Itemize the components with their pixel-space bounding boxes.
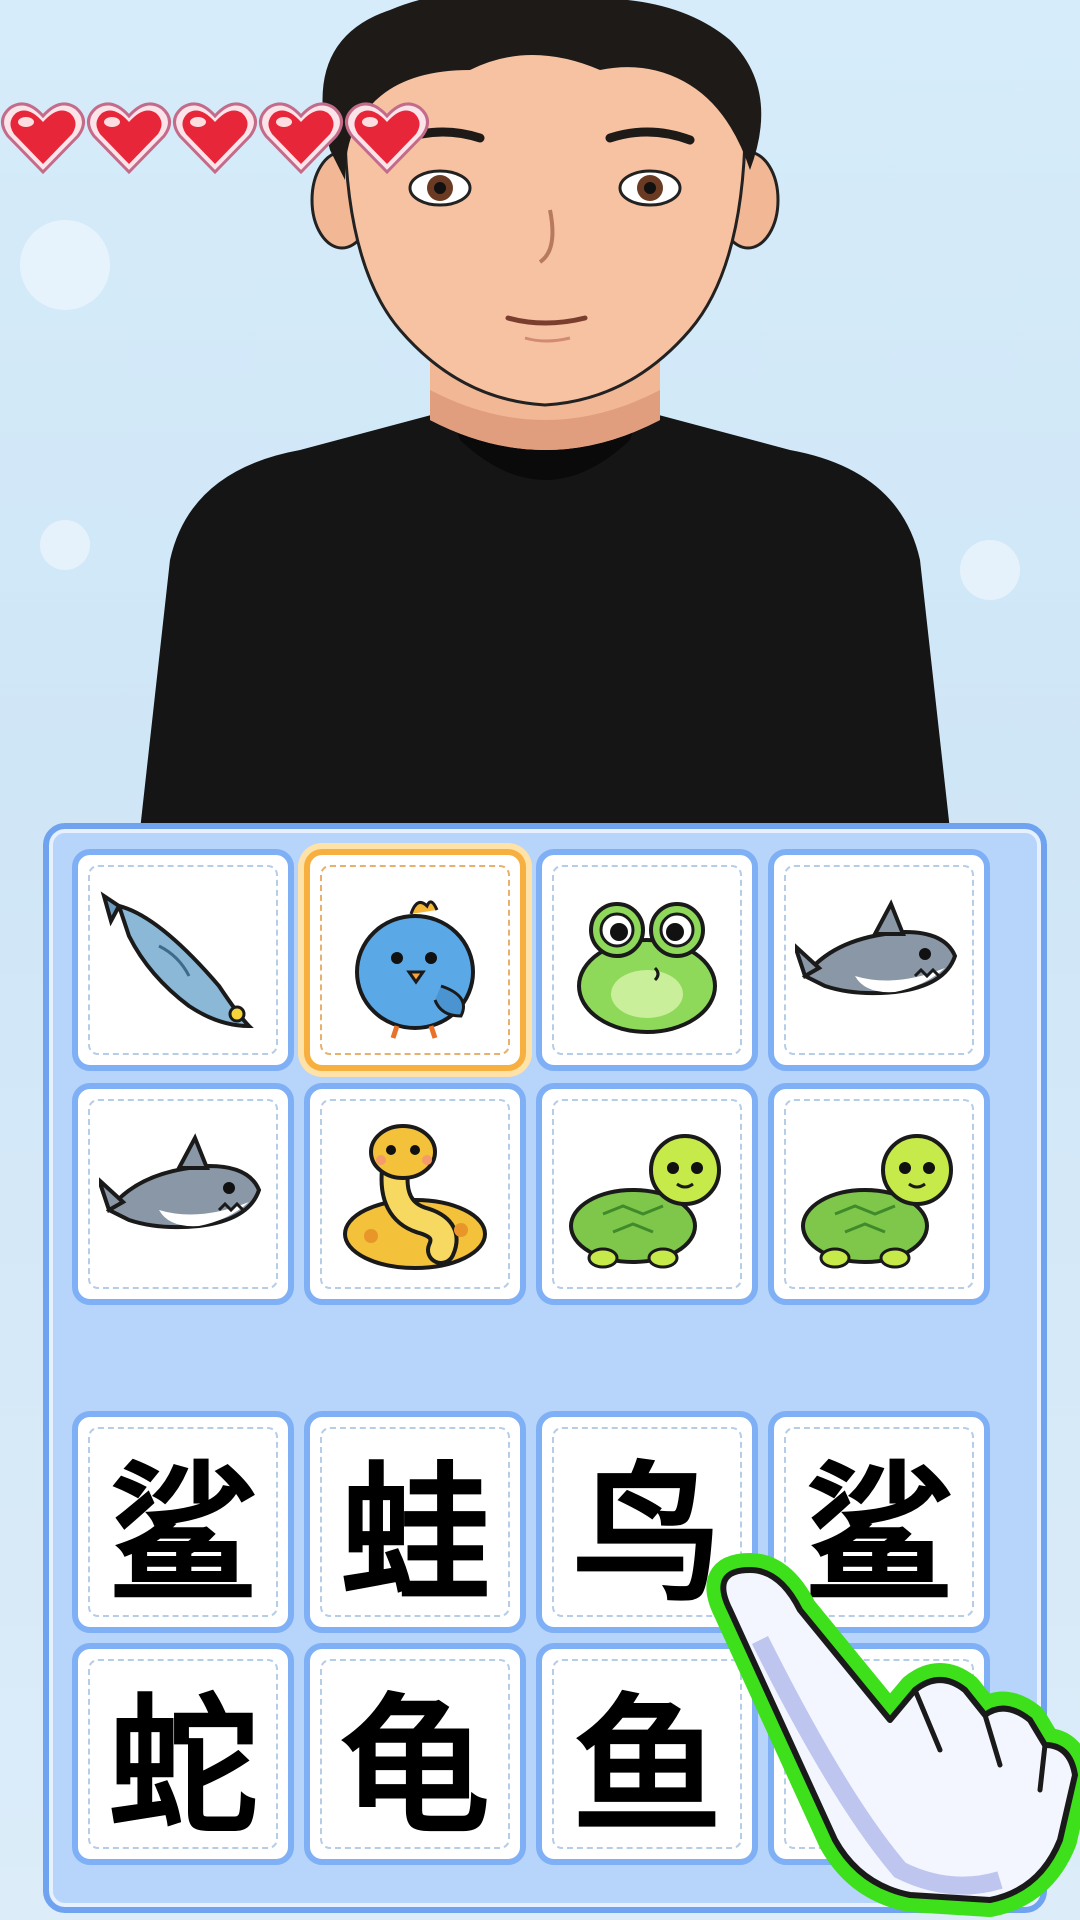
picture-card-turtle[interactable]: [536, 1083, 758, 1305]
heart-icon: [344, 100, 430, 180]
picture-card-turtle[interactable]: [768, 1083, 990, 1305]
heart-icon: [0, 100, 86, 180]
word-card-label: 鲨: [107, 1448, 258, 1623]
word-card-label: 蛙: [339, 1448, 490, 1623]
pointing-hand-icon: [706, 1553, 1080, 1917]
picture-card-fish[interactable]: [72, 849, 294, 1071]
word-card[interactable]: 蛙: [304, 1411, 526, 1633]
heart-icon: [258, 100, 344, 180]
word-card[interactable]: 鲨: [72, 1411, 294, 1633]
lives-bar: [0, 100, 430, 180]
word-card[interactable]: 龟: [304, 1643, 526, 1865]
word-card-label: 龟: [339, 1680, 490, 1855]
background-bokeh: [20, 220, 110, 310]
picture-card-bird[interactable]: [304, 849, 526, 1071]
picture-card-snake[interactable]: [304, 1083, 526, 1305]
word-card[interactable]: 蛇: [72, 1643, 294, 1865]
picture-card-shark[interactable]: [72, 1083, 294, 1305]
background-bokeh: [960, 540, 1020, 600]
word-card-label: 蛇: [107, 1680, 258, 1855]
picture-card-frog[interactable]: [536, 849, 758, 1071]
heart-icon: [86, 100, 172, 180]
heart-icon: [172, 100, 258, 180]
background-bokeh: [40, 520, 90, 570]
picture-card-shark[interactable]: [768, 849, 990, 1071]
